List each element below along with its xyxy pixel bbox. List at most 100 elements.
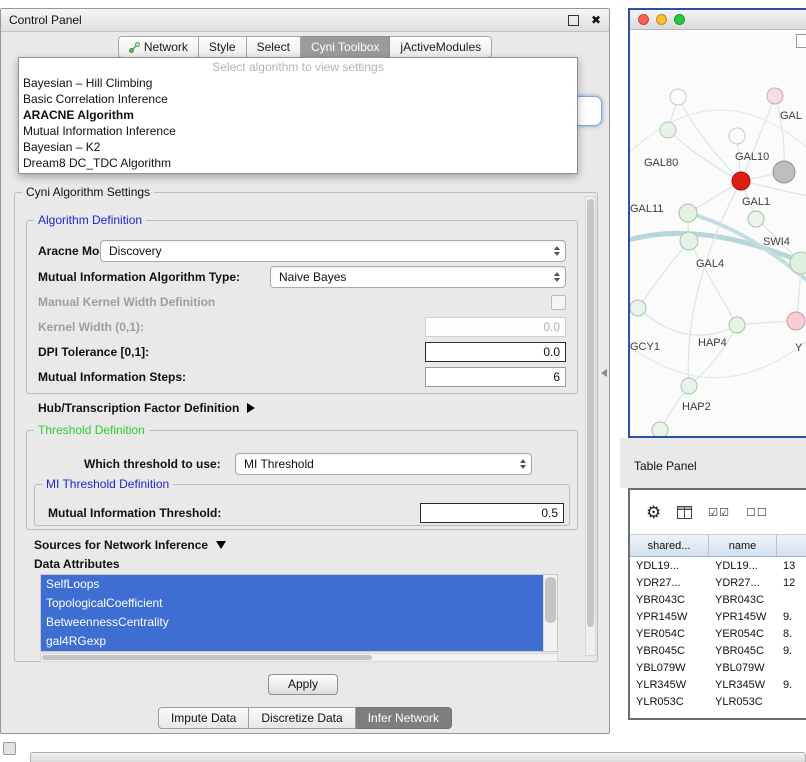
algorithm-definition-title: Algorithm Definition — [34, 213, 146, 227]
table-row[interactable]: YDL19...YDL19...13 — [630, 557, 806, 574]
which-threshold-label: Which threshold to use: — [84, 453, 221, 475]
attributes-hscrollbar[interactable] — [40, 653, 558, 662]
attribute-selfloops[interactable]: SelfLoops — [41, 575, 544, 594]
network-node[interactable] — [773, 161, 795, 183]
column-header-name[interactable]: name — [709, 535, 777, 556]
mi-algorithm-type-label: Mutual Information Algorithm Type: — [38, 266, 240, 288]
scrollbar-thumb[interactable] — [587, 199, 594, 627]
view-corner-box[interactable] — [796, 34, 806, 48]
network-window-titlebar — [630, 10, 806, 30]
deselect-all-icon[interactable]: ☐☐ — [746, 506, 768, 519]
aracne-mode-select[interactable]: Discovery — [100, 240, 566, 262]
algorithm-option-bayesian-hill-climbing[interactable]: Bayesian – Hill Climbing — [19, 75, 577, 91]
network-canvas[interactable]: GALGAL80GAL10GAL11GAL1SWI4GAL4GCY1HAP4HA… — [630, 30, 806, 437]
mi-algorithm-type-value: Naive Bayes — [279, 270, 554, 284]
attribute-topologicalcoefficient[interactable]: TopologicalCoefficient — [41, 594, 544, 613]
dpi-tolerance-field[interactable]: 0.0 — [425, 342, 566, 362]
network-edge — [741, 96, 775, 181]
table-toolbar: ⚙ ☑☑ ☐☐ — [630, 490, 806, 535]
close-icon[interactable]: ✖ — [591, 14, 601, 26]
algorithm-option-dream8-dc-tdc-algorithm[interactable]: Dream8 DC_TDC Algorithm — [19, 155, 577, 171]
table-panel-window: ⚙ ☑☑ ☐☐ shared...name YDL19...YDL19...13… — [628, 488, 806, 720]
table-row[interactable]: YBL079WYBL079W — [630, 659, 806, 676]
table-cell: 12 — [777, 574, 806, 591]
bottom-tab-discretize-data[interactable]: Discretize Data — [249, 707, 355, 729]
network-node[interactable] — [680, 232, 698, 250]
network-node[interactable] — [660, 122, 676, 138]
which-threshold-select[interactable]: MI Threshold — [235, 453, 532, 475]
node-label-y: Y — [795, 342, 802, 354]
attributes-scrollbar[interactable] — [543, 575, 557, 651]
scrollbar-thumb[interactable] — [42, 655, 372, 660]
traffic-light-yellow[interactable] — [656, 14, 667, 25]
hub-definition-disclosure[interactable]: Hub/Transcription Factor Definition — [38, 399, 255, 417]
network-node[interactable] — [681, 378, 697, 394]
tab-select[interactable]: Select — [247, 36, 301, 58]
mi-steps-field[interactable]: 6 — [425, 367, 566, 387]
attribute-betweennesscentrality[interactable]: BetweennessCentrality — [41, 613, 544, 632]
kernel-width-field[interactable]: 0.0 — [425, 317, 566, 337]
table-cell: YDL19... — [709, 557, 777, 574]
traffic-light-green[interactable] — [674, 14, 685, 25]
taskbar-mini-icon[interactable] — [3, 742, 16, 755]
column-header-shared[interactable]: shared... — [630, 535, 709, 556]
dpi-tolerance-label: DPI Tolerance [0,1]: — [38, 342, 149, 362]
network-node[interactable] — [729, 317, 745, 333]
settings-scrollbar[interactable] — [585, 196, 596, 656]
table-row[interactable]: YPR145WYPR145W9. — [630, 608, 806, 625]
network-node[interactable] — [767, 88, 783, 104]
scrollbar-thumb[interactable] — [545, 577, 556, 623]
network-node[interactable] — [787, 312, 805, 330]
tab-label: Select — [257, 40, 290, 54]
algorithm-option-mutual-information-inference[interactable]: Mutual Information Inference — [19, 123, 577, 139]
network-node[interactable] — [679, 204, 697, 222]
float-window-icon[interactable] — [568, 15, 579, 26]
network-node[interactable] — [670, 89, 686, 105]
network-node[interactable] — [748, 211, 764, 227]
tab-jactivemodules[interactable]: jActiveModules — [390, 36, 492, 58]
table-cell: YDR27... — [709, 574, 777, 591]
traffic-light-red[interactable] — [638, 14, 649, 25]
mi-threshold-field[interactable]: 0.5 — [420, 503, 564, 523]
table-row[interactable]: YLR345WYLR345W9. — [630, 676, 806, 693]
algorithm-dropdown-popup: Select algorithm to view settings Bayesi… — [18, 57, 578, 174]
tab-style[interactable]: Style — [199, 36, 247, 58]
table-cell: YLR053C — [630, 693, 709, 710]
table-cell — [777, 591, 806, 608]
network-view-window: GALGAL80GAL10GAL11GAL1SWI4GAL4GCY1HAP4HA… — [628, 8, 806, 438]
gear-icon[interactable]: ⚙ — [646, 504, 661, 521]
bottom-tab-infer-network[interactable]: Infer Network — [356, 707, 452, 729]
algorithm-option-bayesian-k2[interactable]: Bayesian – K2 — [19, 139, 577, 155]
table-cell — [777, 693, 806, 710]
table-row[interactable]: YBR045CYBR045C9. — [630, 642, 806, 659]
apply-button[interactable]: Apply — [268, 674, 338, 695]
manual-kernel-width-checkbox[interactable] — [551, 295, 566, 310]
data-attributes-list[interactable]: SelfLoopsTopologicalCoefficientBetweenne… — [40, 574, 558, 652]
mi-threshold-label: Mutual Information Threshold: — [48, 503, 221, 523]
table-cell: YPR145W — [709, 608, 777, 625]
table-panel-title: Table Panel — [634, 459, 697, 473]
table-cell — [777, 659, 806, 676]
network-node[interactable] — [732, 172, 750, 190]
sources-disclosure[interactable]: Sources for Network Inference — [34, 536, 226, 554]
column-header-extra[interactable] — [777, 535, 806, 556]
table-row[interactable]: YER054CYER054C8. — [630, 625, 806, 642]
table-row[interactable]: YDR27...YDR27...12 — [630, 574, 806, 591]
network-node[interactable] — [652, 422, 668, 437]
tab-network[interactable]: Network — [118, 36, 199, 58]
mi-algorithm-type-select[interactable]: Naive Bayes — [270, 266, 566, 288]
tab-cyni-toolbox[interactable]: Cyni Toolbox — [301, 36, 390, 58]
network-node[interactable] — [630, 300, 646, 316]
table-row[interactable]: YBR043CYBR043C — [630, 591, 806, 608]
combo-arrows-icon — [554, 246, 560, 256]
bottom-tab-impute-data[interactable]: Impute Data — [158, 707, 249, 729]
bottom-window-edge[interactable] — [30, 752, 806, 762]
algorithm-option-basic-correlation-inference[interactable]: Basic Correlation Inference — [19, 91, 577, 107]
table-row[interactable]: YLR053CYLR053C — [630, 693, 806, 710]
algorithm-option-aracne-algorithm[interactable]: ARACNE Algorithm — [19, 107, 577, 123]
select-all-icon[interactable]: ☑☑ — [708, 506, 730, 519]
panel-divider-arrow[interactable] — [601, 369, 607, 377]
attribute-gal4rgexp[interactable]: gal4RGexp — [41, 632, 544, 651]
network-node[interactable] — [729, 128, 745, 144]
columns-icon[interactable] — [677, 506, 692, 519]
